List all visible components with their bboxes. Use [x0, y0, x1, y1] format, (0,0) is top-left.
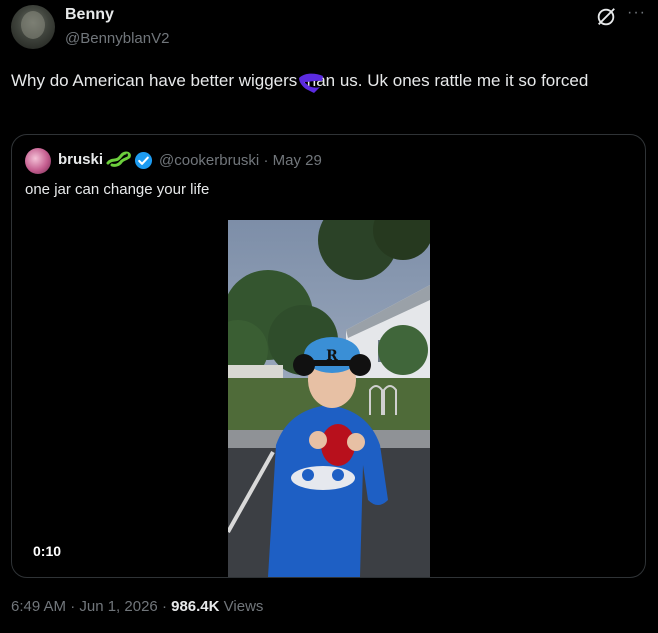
author-handle[interactable]: @BennyblanV2 [65, 30, 169, 47]
svg-text:R: R [326, 348, 338, 364]
separator: · [263, 152, 269, 169]
quoted-handle-line: @cookerbruski · May 29 [159, 152, 322, 169]
tweet-timestamp[interactable]: 6:49 AM · Jun 1, 2026 [11, 598, 158, 615]
grok-icon[interactable] [595, 6, 617, 28]
separator: · [161, 598, 167, 615]
author-avatar[interactable] [11, 5, 55, 49]
views-count: 986.4K [171, 598, 220, 615]
author-name[interactable]: Benny [65, 6, 114, 24]
views-label: Views [223, 598, 264, 615]
video-player[interactable]: R [228, 220, 430, 577]
verified-badge-icon [134, 151, 153, 170]
tweet-meta: 6:49 AM · Jun 1, 2026 · 986.4K Views [11, 598, 263, 615]
video-timestamp: 0:10 [33, 543, 62, 559]
quoted-author-avatar[interactable] [25, 148, 51, 174]
tweet-text: Why do American have better wiggers than… [11, 71, 589, 90]
redaction-scribble [299, 73, 323, 93]
quoted-tweet-text: one jar can change your life [25, 181, 210, 198]
quoted-author-handle[interactable]: @cookerbruski [159, 152, 259, 169]
more-options-icon[interactable]: ··· [627, 4, 646, 22]
quoted-date[interactable]: May 29 [273, 152, 322, 169]
lizard-icon [106, 151, 131, 167]
quoted-author-name[interactable]: bruski [58, 151, 103, 168]
